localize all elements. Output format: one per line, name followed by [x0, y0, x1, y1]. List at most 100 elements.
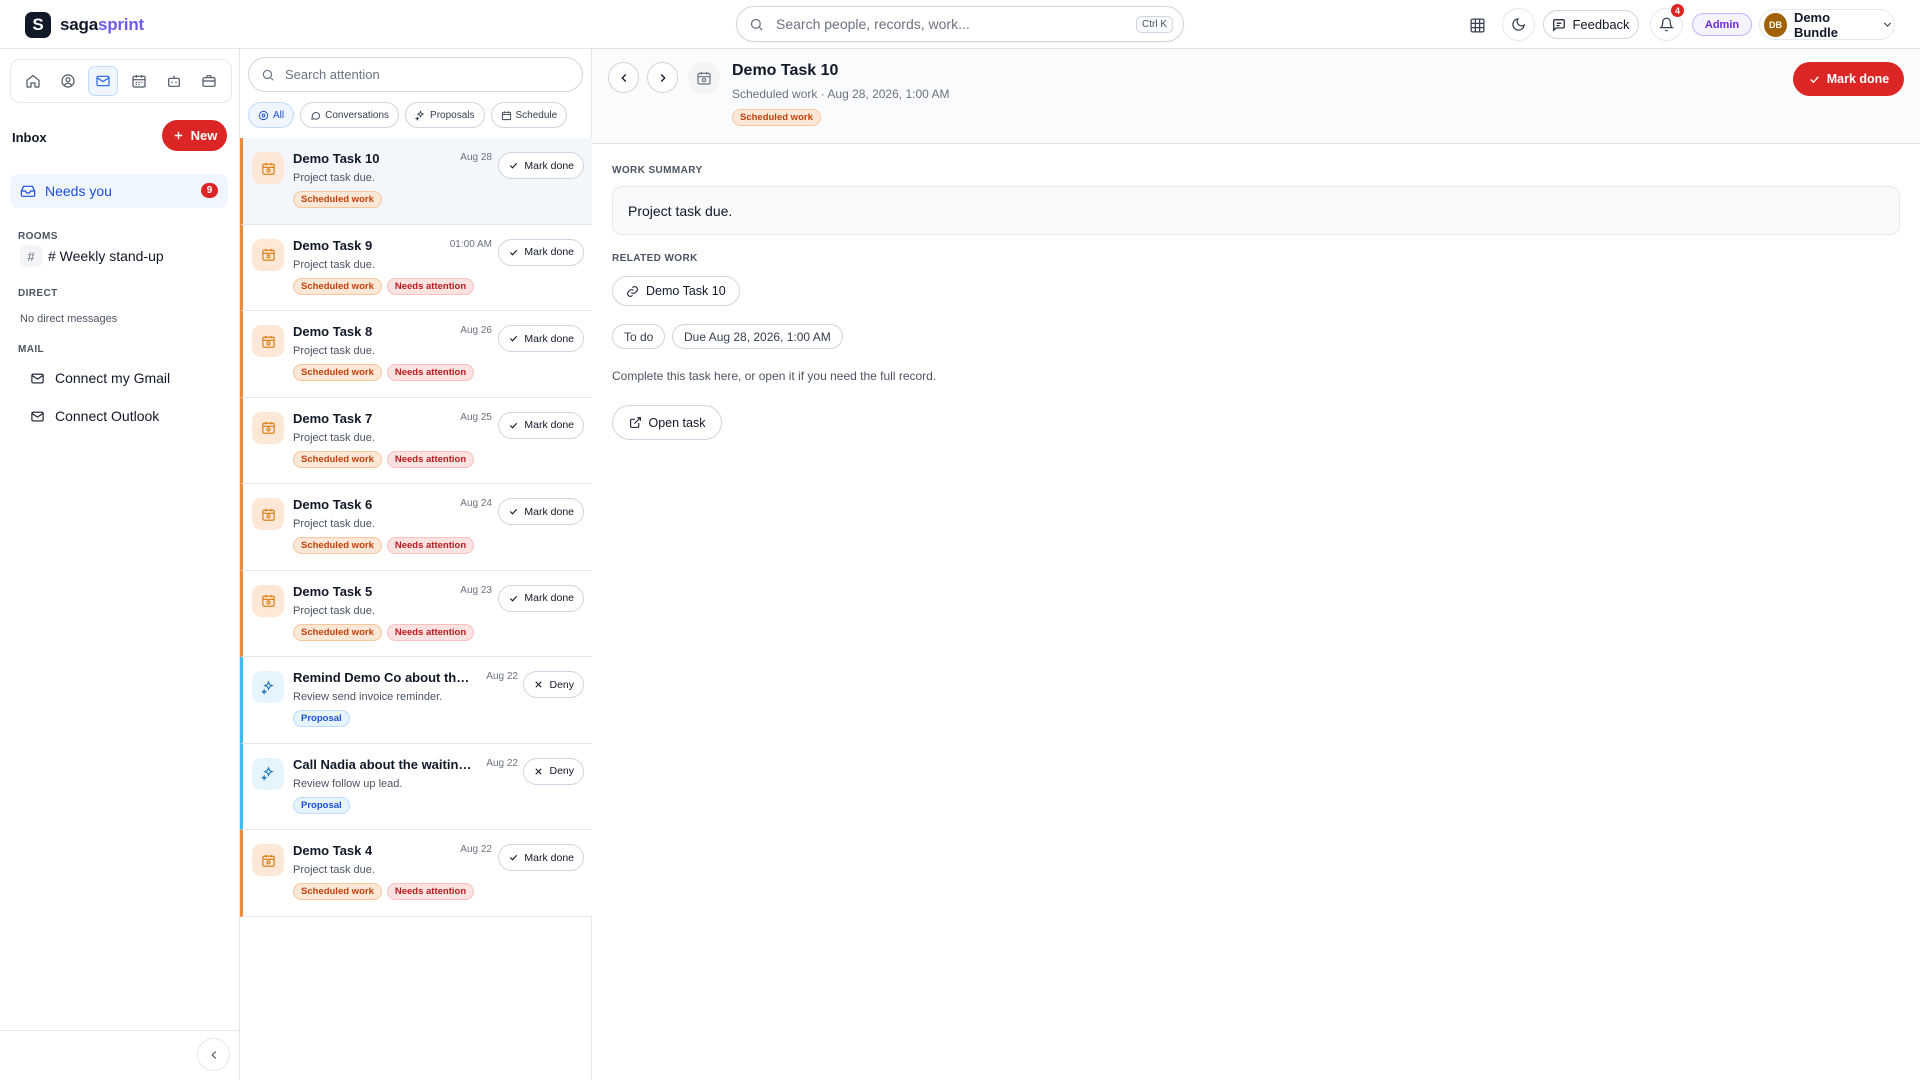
app-logo[interactable]: S sagasprint — [25, 12, 144, 38]
admin-badge[interactable]: Admin — [1692, 13, 1752, 36]
search-shortcut: Ctrl K — [1136, 15, 1173, 33]
connect-gmail-label: Connect my Gmail — [55, 370, 171, 386]
deny-button[interactable]: Deny — [523, 757, 584, 785]
sidebar-item-weekly-standup[interactable]: # # Weekly stand-up — [20, 245, 164, 267]
related-work-link[interactable]: Demo Task 10 — [612, 276, 740, 306]
filter-all[interactable]: All — [248, 102, 295, 128]
home-icon[interactable] — [18, 66, 48, 96]
deny-button[interactable]: Deny — [523, 671, 584, 698]
global-search-input[interactable]: Search people, records, work... — [776, 16, 1136, 32]
list-item[interactable]: Demo Task 7 Aug 25 Project task due. Schedu… — [240, 397, 592, 484]
list-item[interactable]: Demo Task 6 Aug 24 Project task due. Schedu… — [240, 484, 592, 571]
list-item-subtitle: Project task due. — [293, 864, 375, 876]
filter-proposals[interactable]: Proposals — [405, 102, 485, 128]
mark-done-button[interactable]: Mark done — [498, 152, 584, 179]
mark-done-label: Mark done — [1826, 72, 1890, 86]
list-item-date: Aug 26 — [460, 325, 492, 336]
help-text: Complete this task here, or open it if y… — [612, 369, 937, 383]
account-name: Demo Bundle — [1793, 9, 1838, 40]
theme-toggle-moon-icon[interactable] — [1502, 8, 1535, 41]
briefcase-icon[interactable] — [194, 66, 224, 96]
scheduled-work-tag: Scheduled work — [293, 277, 382, 295]
account-menu[interactable]: DB Demo Bundle — [1759, 9, 1895, 40]
detail-subtitle: Scheduled work · Aug 28, 2026, 1:00 AM — [732, 87, 950, 101]
list-item[interactable]: Remind Demo Co about the d... Aug 22 Revie… — [240, 657, 592, 744]
connect-gmail-item[interactable]: Connect my Gmail — [30, 370, 170, 386]
check-icon — [508, 506, 519, 517]
needs-you-count-badge: 9 — [201, 183, 218, 198]
list-item[interactable]: Call Nadia about the waiting e... Aug 22 R… — [240, 743, 592, 830]
filter-schedule[interactable]: Schedule — [490, 102, 568, 128]
list-item-title: Demo Task 5 — [293, 583, 373, 599]
scheduled-work-tag: Scheduled work — [293, 450, 382, 468]
list-item-subtitle: Review send invoice reminder. — [293, 691, 443, 703]
calendar-clock-icon — [252, 152, 284, 184]
list-item-title: Call Nadia about the waiting e... — [293, 756, 475, 772]
mark-done-button[interactable]: Mark done — [498, 325, 584, 352]
inbox-title: Inbox — [12, 130, 47, 145]
list-item-date: Aug 28 — [460, 152, 492, 163]
sidebar-item-needs-you[interactable]: Needs you 9 — [10, 174, 228, 208]
mark-done-button[interactable]: Mark done — [498, 411, 584, 439]
list-item-subtitle: Project task due. — [293, 172, 375, 184]
list-item-title: Demo Task 7 — [293, 410, 373, 426]
inbox-mail-icon[interactable] — [88, 66, 119, 96]
connect-outlook-label: Connect Outlook — [55, 408, 160, 424]
proposal-tag: Proposal — [293, 710, 350, 727]
list-item[interactable]: Demo Task 9 01:00 AM Project task due. Sche… — [240, 224, 592, 311]
mail-heading: MAIL — [18, 344, 45, 355]
close-icon — [533, 679, 544, 690]
new-button[interactable]: New — [162, 120, 227, 151]
mark-done-button[interactable]: Mark done — [498, 844, 584, 871]
filter-proposals-label: Proposals — [430, 109, 475, 121]
attention-search-input[interactable]: Search attention — [285, 67, 380, 82]
list-item[interactable]: Demo Task 10 Aug 28 Project task due. Sched… — [240, 138, 592, 225]
apps-grid-icon[interactable] — [1463, 11, 1491, 39]
list-item[interactable]: Demo Task 4 Aug 22 Project task due. Schedu… — [240, 830, 592, 917]
collapse-sidebar-button[interactable] — [197, 1038, 230, 1071]
calendar-clock-icon — [252, 584, 284, 617]
attention-search[interactable]: Search attention — [248, 57, 583, 92]
mark-done-button[interactable]: Mark done — [1793, 62, 1904, 96]
mark-done-button[interactable]: Mark done — [498, 238, 584, 266]
list-item-date: Aug 22 — [486, 671, 518, 682]
chevron-down-icon — [1881, 18, 1894, 31]
related-work-heading: RELATED WORK — [612, 253, 698, 264]
action-label: Mark done — [524, 419, 574, 431]
app-nav — [10, 59, 232, 103]
list-item-subtitle: Project task due. — [293, 518, 375, 530]
brand-name: sagasprint — [60, 15, 144, 34]
open-task-button[interactable]: Open task — [612, 405, 722, 440]
connect-outlook-item[interactable]: Connect Outlook — [30, 408, 159, 424]
chat-bubble-icon — [310, 110, 321, 121]
next-item-button[interactable] — [647, 62, 678, 93]
filter-chips: All Conversations Proposals Schedule — [248, 102, 568, 128]
mark-done-button[interactable]: Mark done — [498, 498, 584, 525]
check-icon — [508, 593, 519, 604]
list-item[interactable]: Demo Task 5 Aug 23 Project task due. Schedu… — [240, 570, 592, 657]
list-item-date: Aug 23 — [460, 584, 492, 596]
sidebar: Inbox New Needs you 9 ROOMS # # Weekly s… — [0, 49, 240, 1080]
status-chip: To do — [612, 324, 666, 349]
scheduled-work-tag: Scheduled work — [293, 537, 382, 554]
filter-conversations[interactable]: Conversations — [300, 102, 400, 128]
contacts-icon[interactable] — [53, 66, 83, 96]
bot-icon[interactable] — [159, 66, 189, 96]
list-item-tags: Scheduled work Needs attention — [293, 277, 475, 295]
global-search[interactable]: Search people, records, work... Ctrl K — [736, 6, 1184, 42]
list-item-date: Aug 24 — [460, 498, 492, 509]
chevron-left-icon — [207, 1048, 221, 1062]
detail-pane: Demo Task 10 Scheduled work · Aug 28, 20… — [592, 49, 1920, 1080]
list-item-tags: Proposal — [293, 710, 350, 727]
action-label: Mark done — [524, 246, 574, 258]
list-item-title: Demo Task 9 — [293, 237, 373, 253]
action-label: Mark done — [524, 332, 574, 345]
scheduled-work-tag: Scheduled work — [293, 191, 382, 208]
mark-done-button[interactable]: Mark done — [498, 584, 584, 612]
list-item-title: Remind Demo Co about the d... — [293, 670, 475, 685]
notification-count-badge: 4 — [1670, 3, 1685, 18]
feedback-button[interactable]: Feedback — [1543, 10, 1639, 39]
list-item[interactable]: Demo Task 8 Aug 26 Project task due. Schedu… — [240, 311, 592, 398]
previous-item-button[interactable] — [608, 62, 639, 93]
calendar-icon[interactable] — [124, 66, 154, 96]
